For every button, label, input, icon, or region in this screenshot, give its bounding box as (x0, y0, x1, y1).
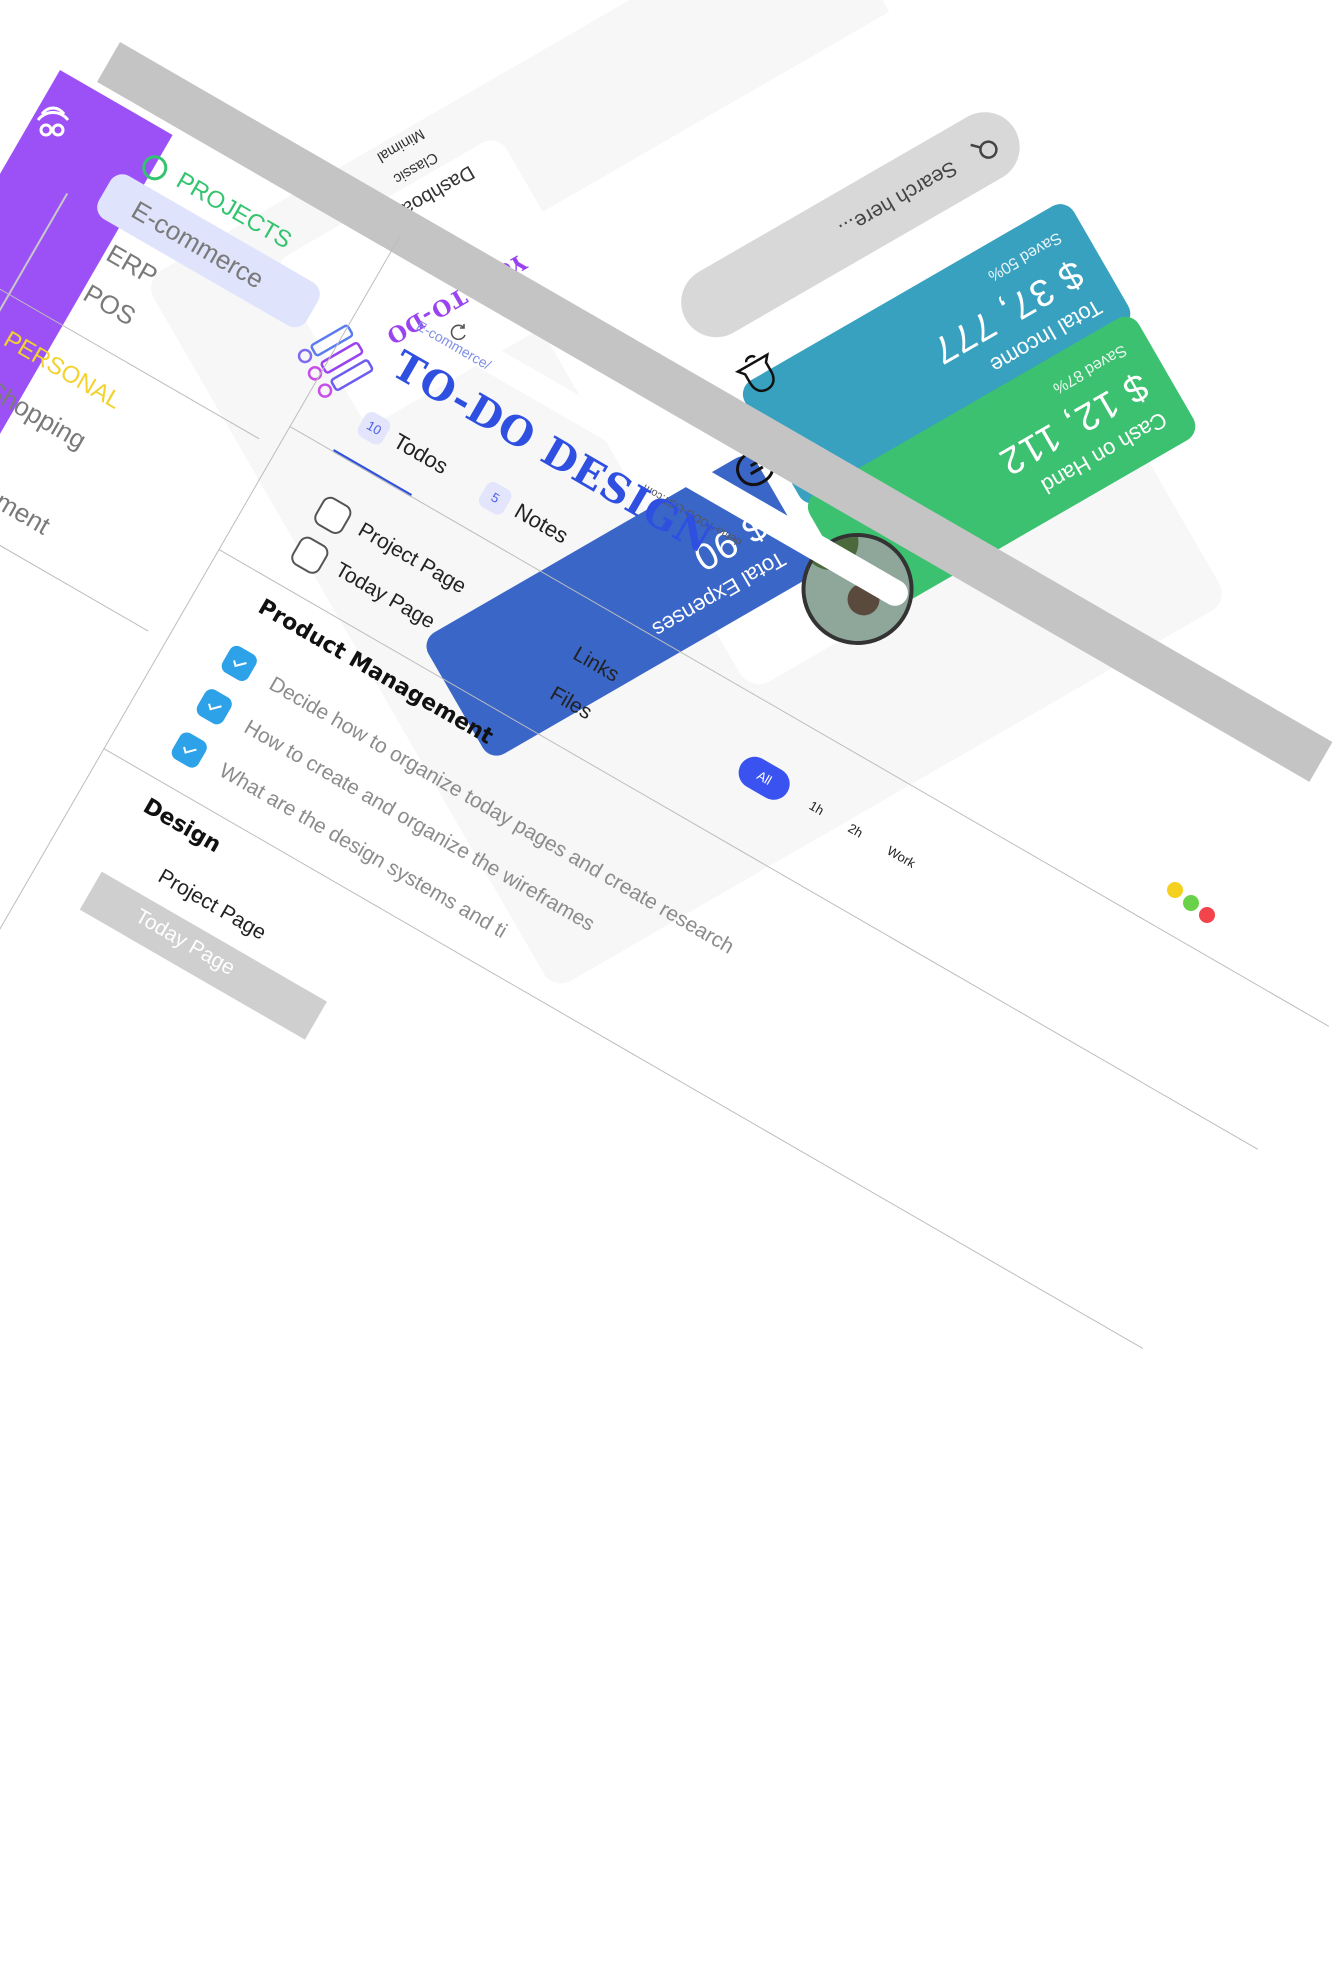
tab-todos[interactable]: Todos (389, 428, 452, 480)
link-links[interactable]: Links (569, 642, 623, 687)
sidebar-item-movement[interactable]: Movement (0, 454, 55, 542)
filter-work[interactable]: Work (885, 843, 919, 871)
filter-1h[interactable]: 1h (807, 798, 827, 818)
section-title: Product Management (253, 594, 498, 750)
task-item[interactable]: Decide how to organize today pages and c… (265, 672, 738, 959)
link-files[interactable]: Files (546, 682, 596, 725)
check-icon (233, 660, 247, 668)
notes-count-badge: 5 (476, 479, 515, 518)
sidebar-item-pos[interactable]: POS (78, 278, 141, 332)
check-icon (183, 746, 197, 754)
filter-2h[interactable]: 2h (846, 820, 866, 840)
search-icon (970, 140, 998, 159)
task-checkbox-checked[interactable] (193, 686, 235, 728)
tab-notes[interactable]: Notes (510, 498, 572, 549)
page-checkbox[interactable] (287, 533, 332, 578)
app-logo-icon (36, 106, 70, 137)
filter-all[interactable]: All (732, 750, 796, 806)
check-icon (208, 703, 222, 711)
todos-count-badge: 10 (354, 409, 394, 448)
projects-circle-icon (142, 155, 168, 181)
section-divider (103, 748, 1144, 1349)
section-title: Design (138, 793, 226, 859)
page-checkbox[interactable] (310, 493, 355, 538)
task-checkbox-checked[interactable] (218, 642, 260, 684)
task-checkbox-checked[interactable] (168, 729, 210, 771)
